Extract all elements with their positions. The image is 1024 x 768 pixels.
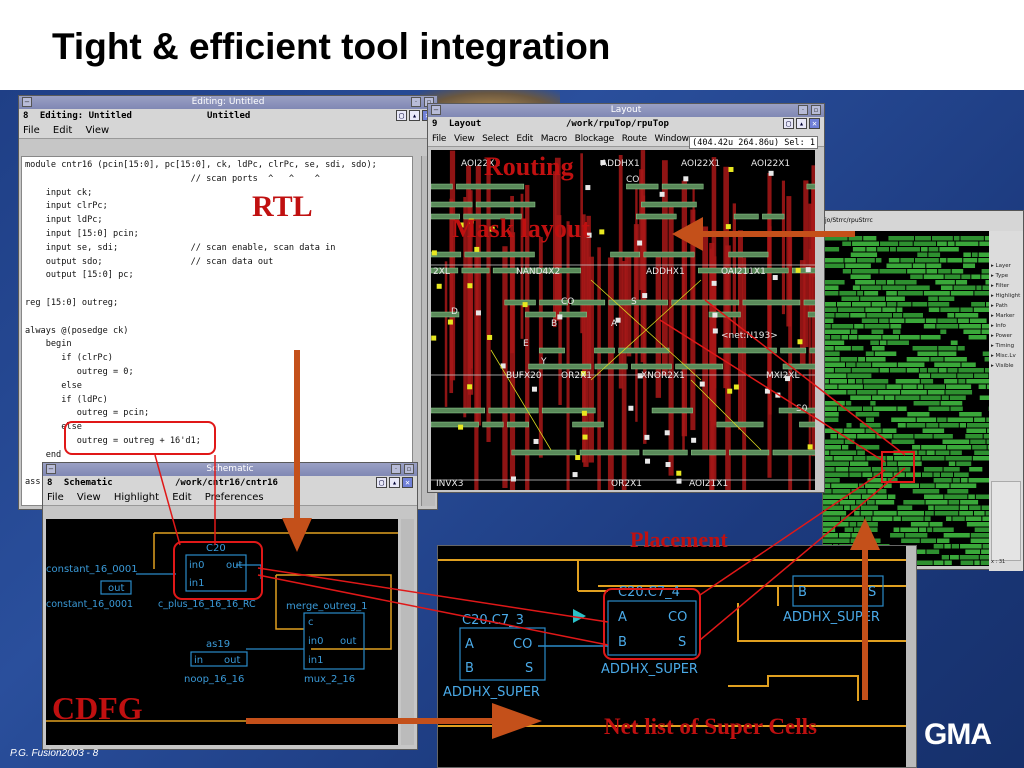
overlay-connections xyxy=(64,217,915,739)
annotation-rtl: RTL xyxy=(252,190,313,223)
annotation-netlist: Net list of Super Cells xyxy=(604,714,817,739)
connection-line xyxy=(257,567,609,623)
arrow-placement-left-head xyxy=(672,217,703,251)
annotation-cdfg: CDFG xyxy=(52,690,143,726)
arrow-rtl-down-shaft xyxy=(294,350,300,520)
connection-line xyxy=(659,319,886,463)
connection-line xyxy=(154,454,181,546)
arrow-cdfg-right-head xyxy=(492,703,542,739)
annotation-placement: Placement xyxy=(630,527,728,552)
gma-logo: GMA xyxy=(924,718,992,751)
connection-line xyxy=(704,299,906,456)
slide-footer: P.G. Fusion2003 - 8 xyxy=(10,748,99,759)
arrow-netlist-up-head xyxy=(850,518,880,550)
rtl-highlight xyxy=(64,421,216,455)
connection-line xyxy=(699,467,906,641)
placement-highlight xyxy=(881,451,915,483)
arrow-placement-left-shaft xyxy=(700,231,855,237)
annotation-routing: Routing xyxy=(484,152,574,181)
connection-line xyxy=(257,574,609,646)
flow-arrows xyxy=(246,217,880,739)
annotation-mask-layout: Mask layout xyxy=(452,214,590,243)
arrow-cdfg-right-shaft xyxy=(246,718,506,724)
arrow-netlist-up-shaft xyxy=(862,548,868,700)
arrow-rtl-down-head xyxy=(282,518,312,552)
